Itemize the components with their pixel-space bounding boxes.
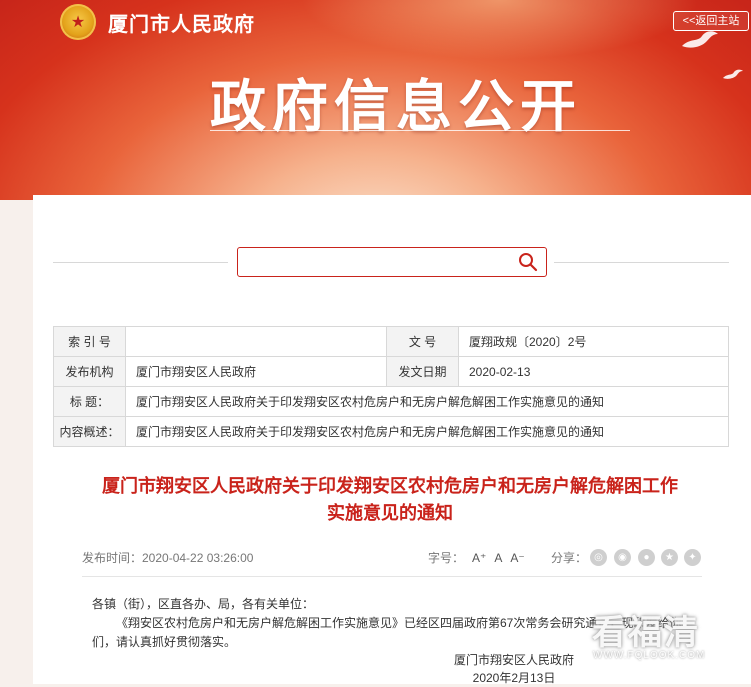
search-icon[interactable] — [518, 252, 538, 272]
watermark-text: 看福清 — [592, 614, 700, 652]
table-row: 内容概述： 厦门市翔安区人民政府关于印发翔安区农村危房户和无房户解危解困工作实施… — [53, 416, 729, 447]
sign-date: 2020年2月13日 — [472, 671, 556, 685]
search-deco-left — [53, 262, 228, 263]
table-row: 标 题： 厦门市翔安区人民政府关于印发翔安区农村危房户和无房户解危解困工作实施意… — [53, 386, 729, 417]
table-row: 发布机构 厦门市翔安区人民政府 发文日期 2020-02-13 — [53, 356, 729, 387]
qzone-icon[interactable]: ● — [638, 549, 655, 566]
docno-label: 文 号 — [386, 326, 459, 357]
article-title-line: 厦门市翔安区人民政府关于印发翔安区农村危房户和无房户解危解困工作 — [102, 476, 678, 496]
signer: 厦门市翔安区人民政府 — [454, 653, 575, 667]
national-emblem-icon: ★ — [60, 4, 96, 40]
header-banner: ★ 厦门市人民政府 <<返回主站 政府信息公开 — [0, 0, 751, 200]
search-input[interactable] — [244, 252, 508, 274]
summary-value: 厦门市翔安区人民政府关于印发翔安区农村危房户和无房户解危解困工作实施意见的通知 — [125, 416, 729, 447]
index-value — [125, 326, 387, 357]
docno-value: 厦翔政规〔2020〕2号 — [458, 326, 729, 357]
font-size-label: 字号： — [428, 551, 465, 565]
dove-icon — [723, 69, 743, 79]
index-label: 索 引 号 — [53, 326, 126, 357]
dove-icon — [682, 31, 718, 48]
wechat-icon[interactable]: ◎ — [590, 549, 607, 566]
star-icon[interactable]: ★ — [661, 549, 678, 566]
title-label: 标 题： — [53, 386, 126, 417]
meta-divider — [82, 576, 702, 577]
font-medium-button[interactable]: A — [494, 551, 502, 565]
title-value: 厦门市翔安区人民政府关于印发翔安区农村危房户和无房户解危解困工作实施意见的通知 — [125, 386, 729, 417]
org-value: 厦门市翔安区人民政府 — [125, 356, 387, 387]
more-icon[interactable]: ✦ — [684, 549, 701, 566]
site-title[interactable]: 厦门市人民政府 — [108, 8, 255, 37]
heading-divider — [210, 130, 630, 131]
font-large-button[interactable]: A⁺ — [472, 551, 486, 565]
weibo-icon[interactable]: ◉ — [614, 549, 631, 566]
document-info-table: 索 引 号 文 号 厦翔政规〔2020〕2号 发布机构 厦门市翔安区人民政府 发… — [53, 326, 729, 447]
date-value: 2020-02-13 — [458, 356, 729, 387]
date-label: 发文日期 — [386, 356, 459, 387]
watermark-url: WWW.FQLOOK.COM — [593, 650, 706, 661]
search-box — [237, 247, 547, 277]
share-label: 分享： — [551, 551, 588, 565]
publish-time: 发布时间：2020-04-22 03:26:00 — [82, 551, 254, 565]
font-small-button[interactable]: A⁻ — [510, 551, 524, 565]
table-row: 索 引 号 文 号 厦翔政规〔2020〕2号 — [53, 326, 729, 357]
article-title: 厦门市翔安区人民政府关于印发翔安区农村危房户和无房户解危解困工作 实施意见的通知 — [60, 473, 720, 527]
font-size-control: 字号： A⁺ A A⁻ — [428, 549, 525, 566]
banner-glow — [300, 0, 700, 60]
org-label: 发布机构 — [53, 356, 126, 387]
article-title-line: 实施意见的通知 — [327, 503, 453, 523]
search-deco-right — [554, 262, 729, 263]
signature-block: 厦门市翔安区人民政府 2020年2月13日 — [454, 651, 574, 687]
summary-label: 内容概述： — [53, 416, 126, 447]
